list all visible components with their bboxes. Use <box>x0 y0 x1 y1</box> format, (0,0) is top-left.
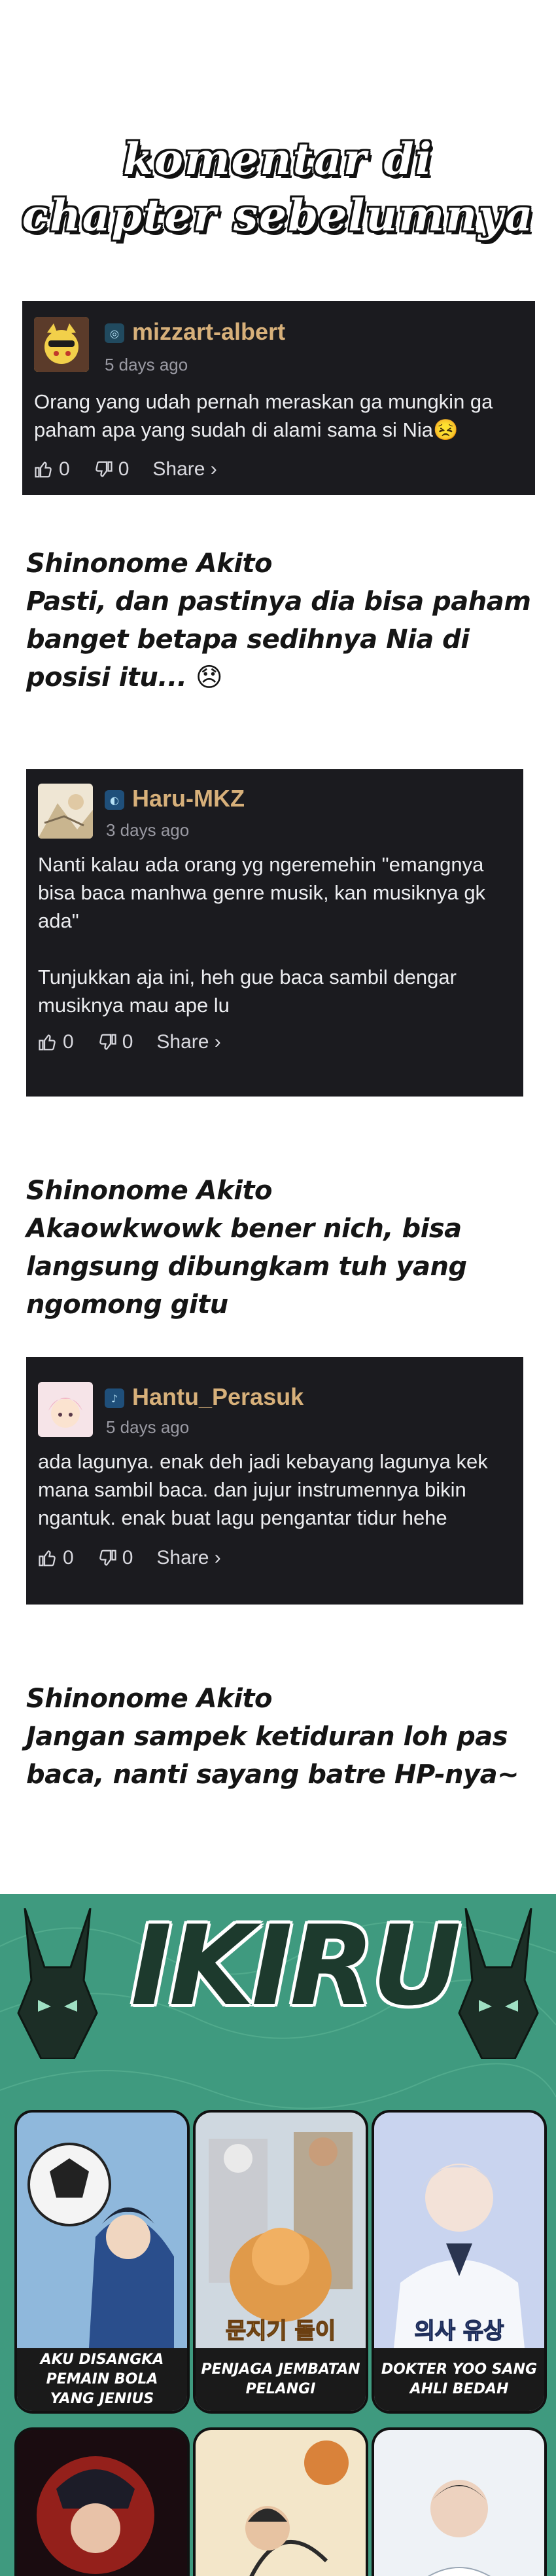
series-cover-art <box>374 2430 544 2576</box>
like-count: 0 <box>63 1031 74 1053</box>
thumbs-down-icon <box>95 461 113 477</box>
series-tile[interactable] <box>372 2427 547 2576</box>
series-tile[interactable]: 의사 유상 DOKTER YOO SANG AHLI BEDAH <box>372 2110 547 2414</box>
section-title-line1: komentar di <box>123 134 433 185</box>
promo-banner[interactable]: IKIRU AKU DISANGKA PEMAIN BOLA YANG JENI… <box>0 1894 556 2576</box>
avatar[interactable] <box>38 784 93 839</box>
banner-brand: IKIRU <box>131 1902 461 2030</box>
reply-text: Jangan sampek ketiduran loh pas baca, na… <box>26 1722 519 1790</box>
like-button[interactable]: 0 <box>38 1547 74 1569</box>
comment-card: ♪ Hantu_Perasuk 5 days ago ada lagunya. … <box>26 1357 523 1605</box>
comment-time: 3 days ago <box>106 820 190 840</box>
series-tile[interactable] <box>193 2427 368 2576</box>
comment-text: ada lagunya. enak deh jadi kebayang lagu… <box>38 1450 494 1529</box>
series-title: DOKTER YOO SANG AHLI BEDAH <box>374 2348 544 2411</box>
reply-text: Akaowkwowk bener nich, bisa langsung dib… <box>26 1214 467 1320</box>
series-title: PENJAGA JEMBATAN PELANGI <box>196 2348 366 2411</box>
like-count: 0 <box>63 1547 74 1569</box>
dislike-button[interactable]: 0 <box>94 458 130 481</box>
thumbs-up-icon <box>39 1034 56 1051</box>
dislike-button[interactable]: 0 <box>97 1031 133 1053</box>
svg-text:문지기 돌이: 문지기 돌이 <box>226 2318 336 2344</box>
reply-text-block: Shinonome Akito Jangan sampek ketiduran … <box>26 1680 536 1794</box>
jackal-logo-icon <box>458 1908 539 2059</box>
section-title: komentar di chapter sebelumnya <box>0 131 556 244</box>
share-button[interactable]: Share › <box>156 1547 220 1569</box>
thumbs-down-icon <box>99 1034 116 1050</box>
comment-time: 5 days ago <box>105 355 188 374</box>
thumbs-down-icon <box>99 1550 116 1566</box>
comment-card: ◎ mizzart-albert 5 days ago Orang yang u… <box>22 301 535 495</box>
comment-actions: 0 0 Share › <box>38 1547 245 1569</box>
reply-author: Shinonome Akito <box>26 1176 273 1206</box>
reply-text-block: Shinonome Akito Akaowkwowk bener nich, b… <box>26 1172 530 1324</box>
comment-text: Nanti kalau ada orang yg ngeremehin "ema… <box>38 853 486 1017</box>
like-button[interactable]: 0 <box>34 458 70 481</box>
user-level-icon: ◐ <box>105 790 124 810</box>
thumbs-up-icon <box>39 1550 56 1567</box>
jackal-logo-icon <box>17 1908 98 2059</box>
comment-username[interactable]: mizzart-albert <box>132 318 285 346</box>
like-count: 0 <box>59 458 70 480</box>
share-button[interactable]: Share › <box>152 458 217 481</box>
reply-text: Pasti, dan pastinya dia bisa paham bange… <box>26 587 531 693</box>
comment-username[interactable]: Hantu_Perasuk <box>132 1383 304 1411</box>
section-title-line2: chapter sebelumnya <box>22 190 534 241</box>
user-level-icon: ♪ <box>105 1388 124 1408</box>
avatar[interactable] <box>34 317 89 372</box>
comment-text: Orang yang udah pernah meraskan ga mungk… <box>34 390 499 441</box>
share-button[interactable]: Share › <box>156 1031 220 1053</box>
series-tile[interactable]: 문지기 돌이 PENJAGA JEMBATAN PELANGI <box>193 2110 368 2414</box>
series-cover-art <box>17 2430 187 2576</box>
user-level-icon: ◎ <box>105 323 124 343</box>
comment-time: 5 days ago <box>106 1417 190 1437</box>
like-button[interactable]: 0 <box>38 1031 74 1053</box>
dislike-count: 0 <box>118 458 130 480</box>
svg-text:의사 유상: 의사 유상 <box>415 2318 504 2344</box>
dislike-count: 0 <box>122 1547 133 1569</box>
reply-author: Shinonome Akito <box>26 1684 273 1714</box>
reply-author: Shinonome Akito <box>26 549 273 579</box>
comment-actions: 0 0 Share › <box>38 1031 245 1053</box>
series-cover-art <box>196 2430 366 2576</box>
dislike-button[interactable]: 0 <box>97 1547 133 1569</box>
comment-card: ◐ Haru-MKZ 3 days ago Nanti kalau ada or… <box>26 769 523 1097</box>
avatar[interactable] <box>38 1382 93 1437</box>
reply-text-block: Shinonome Akito Pasti, dan pastinya dia … <box>26 545 543 697</box>
series-tile[interactable]: AKU DISANGKA PEMAIN BOLA YANG JENIUS <box>14 2110 190 2414</box>
series-tile[interactable] <box>14 2427 190 2576</box>
series-title: AKU DISANGKA PEMAIN BOLA YANG JENIUS <box>17 2348 187 2411</box>
dislike-count: 0 <box>122 1031 133 1053</box>
comment-actions: 0 0 Share › <box>34 458 241 481</box>
comment-username[interactable]: Haru-MKZ <box>132 785 245 812</box>
thumbs-up-icon <box>35 462 52 478</box>
